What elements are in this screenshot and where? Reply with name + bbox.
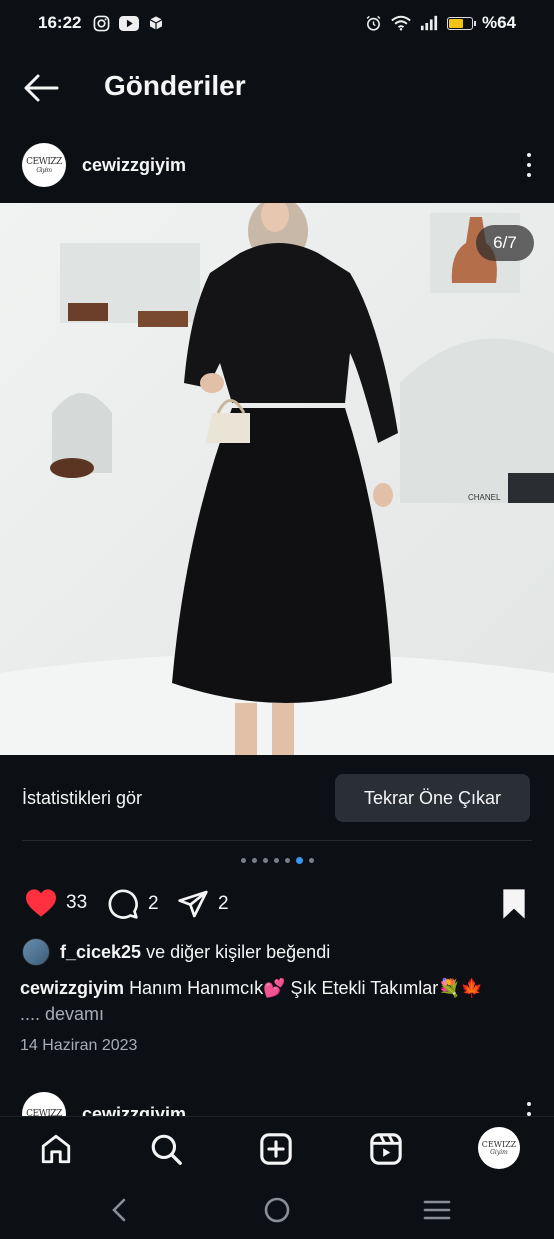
create-post-icon[interactable]	[259, 1132, 293, 1166]
circle-home-icon[interactable]	[263, 1196, 291, 1224]
back-arrow-icon[interactable]	[22, 72, 60, 104]
divider	[22, 840, 532, 841]
liked-by-row[interactable]: f_cicek25 ve diğer kişiler beğendi	[22, 938, 330, 966]
avatar[interactable]: CEWIZZ Giyim	[22, 143, 66, 187]
nav-create[interactable]	[258, 1131, 294, 1167]
system-home-button[interactable]	[262, 1196, 292, 1224]
app-header: Gönderiler	[0, 58, 554, 118]
carousel-indicator	[0, 857, 554, 864]
next-more-options-icon[interactable]	[526, 1102, 532, 1116]
post-caption: cewizzgiyim Hanım Hanımcık💕 Şık Etekli T…	[20, 975, 540, 1027]
carousel-dot	[251, 858, 257, 863]
next-post-username[interactable]: cewizzgiyim	[82, 1104, 186, 1116]
instagram-icon	[94, 15, 110, 31]
carousel-dot	[240, 858, 246, 863]
post-date: 14 Haziran 2023	[20, 1037, 138, 1054]
nav-home[interactable]	[38, 1131, 74, 1167]
home-icon[interactable]	[39, 1132, 73, 1166]
post-image[interactable]: CHANEL 6/7	[0, 203, 554, 755]
carousel-dot	[295, 857, 303, 864]
youtube-icon	[119, 15, 140, 31]
nav-avatar-logo-text: CEWIZZ	[481, 1140, 517, 1149]
bottom-nav: CEWIZZ Giyim	[0, 1116, 554, 1180]
image-counter-badge: 6/7	[476, 225, 534, 261]
carousel-dot	[273, 858, 279, 863]
post-photo-illustration: CHANEL	[0, 203, 554, 755]
like-action[interactable]: 33	[24, 888, 87, 918]
insights-row: İstatistikleri gör Tekrar Öne Çıkar	[0, 774, 554, 822]
nav-avatar-logo-sub: Giyim	[490, 1149, 508, 1156]
bookmark-filled-icon[interactable]	[500, 888, 528, 920]
comment-icon[interactable]	[106, 888, 140, 920]
comments-count: 2	[148, 893, 159, 914]
share-send-icon[interactable]	[176, 888, 210, 920]
page-title: Gönderiler	[104, 70, 246, 101]
carousel-dot	[308, 858, 314, 863]
caption-username[interactable]: cewizzgiyim	[20, 978, 124, 998]
nav-reels[interactable]	[368, 1131, 404, 1167]
share-action[interactable]: 2	[176, 888, 229, 920]
avatar-logo-text: CEWIZZ	[26, 156, 62, 167]
caption-more-link[interactable]: .... devamı	[20, 1004, 104, 1024]
boost-again-button[interactable]: Tekrar Öne Çıkar	[335, 774, 530, 822]
system-nav-bar	[0, 1180, 554, 1239]
system-recents-button[interactable]	[422, 1196, 452, 1224]
status-time: 16:22	[38, 13, 82, 32]
next-post-header: CEWIZZ cewizzgiyim	[0, 1090, 554, 1116]
alarm-icon	[366, 15, 381, 31]
signal-icon	[420, 15, 438, 31]
post-username[interactable]: cewizzgiyim	[82, 155, 186, 176]
battery-percent: %64	[481, 13, 516, 32]
wifi-icon	[391, 15, 411, 31]
liker-avatar	[22, 938, 50, 966]
avatar-logo-sub: Giyim	[36, 166, 52, 174]
menu-lines-icon[interactable]	[423, 1198, 451, 1222]
carousel-dot	[262, 858, 268, 863]
status-bar: 16:22 %64	[0, 0, 554, 46]
caption-text: Hanım Hanımcık💕 Şık Etekli Takımlar💐🍁	[129, 978, 484, 998]
post-header: CEWIZZ Giyim cewizzgiyim	[0, 140, 554, 190]
chevron-left-icon[interactable]	[109, 1197, 129, 1223]
post-actions: 33 2 2	[0, 884, 554, 924]
svg-text:CHANEL: CHANEL	[468, 493, 501, 502]
search-icon[interactable]	[149, 1132, 183, 1166]
more-options-icon[interactable]	[526, 153, 532, 177]
likes-count: 33	[66, 892, 88, 913]
view-insights-link[interactable]: İstatistikleri gör	[22, 788, 142, 809]
nav-search[interactable]	[148, 1131, 184, 1167]
system-back-button[interactable]	[104, 1196, 134, 1224]
next-avatar-logo-text: CEWIZZ	[26, 1109, 62, 1116]
carousel-dot	[284, 858, 290, 863]
shares-count: 2	[218, 893, 229, 914]
next-post-avatar[interactable]: CEWIZZ	[22, 1092, 66, 1116]
liked-by-suffix: ve diğer kişiler beğendi	[146, 941, 331, 962]
reels-icon[interactable]	[369, 1132, 403, 1166]
comment-action[interactable]: 2	[106, 888, 159, 920]
nav-profile-avatar[interactable]: CEWIZZ Giyim	[478, 1127, 520, 1169]
heart-filled-icon[interactable]	[24, 888, 58, 918]
battery-icon	[446, 16, 476, 30]
package-icon	[150, 16, 163, 30]
liker-username[interactable]: f_cicek25	[60, 942, 141, 962]
